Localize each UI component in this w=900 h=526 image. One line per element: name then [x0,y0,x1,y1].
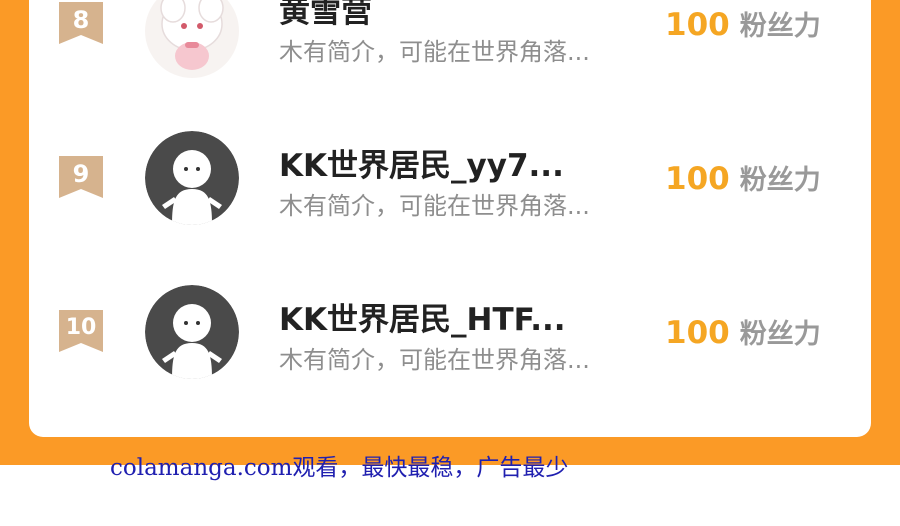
rank-number: 9 [72,160,90,188]
fan-ranking-card: 8 黄雪营 木有简介，可能在世界角落... 100 粉丝力 9 KK世界居民_y… [29,0,871,437]
fans-power-value: 100 [665,161,730,197]
fans-power-value: 100 [665,7,730,43]
site-watermark-link[interactable]: colamanga.com观看，最快最稳，广告最少 [110,448,568,482]
anime-girl-avatar-icon [145,0,239,78]
user-name[interactable]: KK世界居民_HTF... [279,294,566,339]
fans-power-value: 100 [665,315,730,351]
user-bio: 木有简介，可能在世界角落... [279,38,590,66]
user-avatar[interactable] [145,285,239,379]
user-avatar[interactable] [145,131,239,225]
user-bio: 木有简介，可能在世界角落... [279,346,590,374]
user-name[interactable]: KK世界居民_yy7... [279,140,564,185]
rank-badge: 10 [59,310,103,352]
rank-badge: 8 [59,2,103,44]
default-user-avatar-icon [145,285,239,379]
user-avatar[interactable] [145,0,239,78]
default-user-avatar-icon [145,131,239,225]
rank-badge: 9 [59,156,103,198]
fans-power-label: 粉丝力 [739,165,821,196]
ranking-row[interactable]: 9 KK世界居民_yy7... 木有简介，可能在世界角落... 100 粉丝力 [29,110,871,230]
fans-power-label: 粉丝力 [739,11,821,42]
rank-number: 8 [72,6,90,34]
ranking-row[interactable]: 10 KK世界居民_HTF... 木有简介，可能在世界角落... 100 粉丝力 [29,264,871,384]
rank-number: 10 [65,315,97,340]
fans-power: 100 粉丝力 [665,312,821,351]
user-bio: 木有简介，可能在世界角落... [279,192,590,220]
fans-power: 100 粉丝力 [665,158,821,197]
ranking-row[interactable]: 8 黄雪营 木有简介，可能在世界角落... 100 粉丝力 [29,0,871,78]
user-name[interactable]: 黄雪营 [279,0,372,31]
fans-power-label: 粉丝力 [739,319,821,350]
fans-power: 100 粉丝力 [665,4,821,43]
